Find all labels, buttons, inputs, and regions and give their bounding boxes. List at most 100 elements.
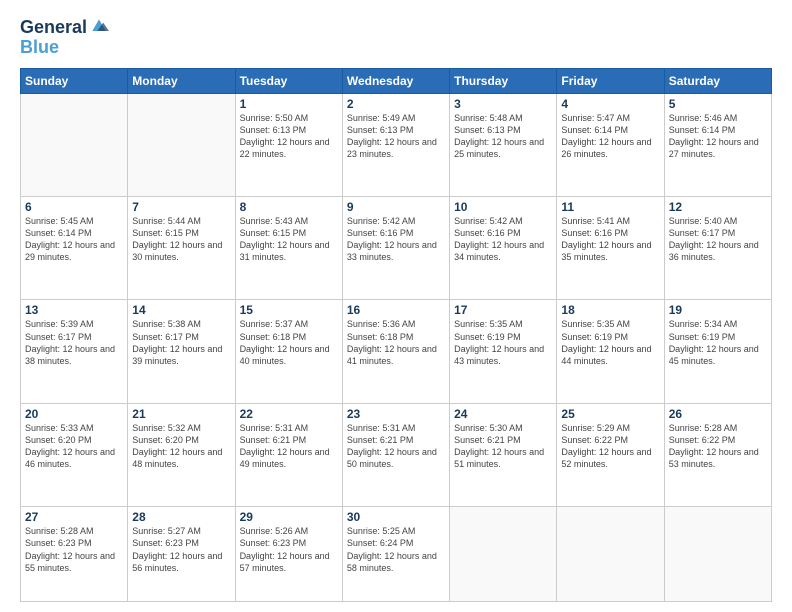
day-number: 4 [561,97,659,111]
calendar-cell: 21 Sunrise: 5:32 AM Sunset: 6:20 PM Dayli… [128,403,235,506]
day-number: 20 [25,407,123,421]
day-number: 13 [25,303,123,317]
calendar-cell: 18Sunrise: 5:35 AM Sunset: 6:19 PM Dayli… [557,300,664,403]
day-number: 29 [240,510,338,524]
day-number: 5 [669,97,767,111]
day-number: 19 [669,303,767,317]
day-number: 11 [561,200,659,214]
calendar-cell [450,507,557,602]
day-number: 2 [347,97,445,111]
day-number: 18 [561,303,659,317]
day-info: Sunrise: 5:39 AM Sunset: 6:17 PM Dayligh… [25,319,115,365]
day-number: 28 [132,510,230,524]
day-number: 30 [347,510,445,524]
calendar-cell: 22 Sunrise: 5:31 AM Sunset: 6:21 PM Dayli… [235,403,342,506]
calendar-cell: 2 Sunrise: 5:49 AM Sunset: 6:13 PM Daylig… [342,93,449,196]
calendar-cell: 17 Sunrise: 5:35 AM Sunset: 6:19 PM Dayli… [450,300,557,403]
day-info: Sunrise: 5:43 AM Sunset: 6:15 PM Dayligh… [240,216,330,262]
day-info: Sunrise: 5:40 AM Sunset: 6:17 PM Dayligh… [669,216,759,262]
day-number: 8 [240,200,338,214]
day-info: Sunrise: 5:42 AM Sunset: 6:16 PM Dayligh… [454,216,544,262]
logo-icon [89,16,109,36]
calendar-cell: 10 Sunrise: 5:42 AM Sunset: 6:16 PM Dayli… [450,197,557,300]
calendar-cell: 13 Sunrise: 5:39 AM Sunset: 6:17 PM Dayli… [21,300,128,403]
logo-text-general: General [20,18,87,38]
day-number: 16 [347,303,445,317]
calendar-cell: 3 Sunrise: 5:48 AM Sunset: 6:13 PM Daylig… [450,93,557,196]
day-info: Sunrise: 5:32 AM Sunset: 6:20 PM Dayligh… [132,423,222,469]
day-info: Sunrise: 5:37 AM Sunset: 6:18 PM Dayligh… [240,319,330,365]
calendar-cell: 1Sunrise: 5:50 AM Sunset: 6:13 PM Daylig… [235,93,342,196]
day-number: 23 [347,407,445,421]
day-number: 26 [669,407,767,421]
day-number: 10 [454,200,552,214]
calendar-cell: 25Sunrise: 5:29 AM Sunset: 6:22 PM Dayli… [557,403,664,506]
day-number: 7 [132,200,230,214]
logo: General Blue [20,18,109,58]
day-info: Sunrise: 5:46 AM Sunset: 6:14 PM Dayligh… [669,113,759,159]
day-info: Sunrise: 5:49 AM Sunset: 6:13 PM Dayligh… [347,113,437,159]
calendar-cell: 5 Sunrise: 5:46 AM Sunset: 6:14 PM Daylig… [664,93,771,196]
day-info: Sunrise: 5:42 AM Sunset: 6:16 PM Dayligh… [347,216,437,262]
calendar-cell: 19 Sunrise: 5:34 AM Sunset: 6:19 PM Dayli… [664,300,771,403]
day-info: Sunrise: 5:47 AM Sunset: 6:14 PM Dayligh… [561,113,651,159]
day-number: 12 [669,200,767,214]
day-number: 22 [240,407,338,421]
day-info: Sunrise: 5:41 AM Sunset: 6:16 PM Dayligh… [561,216,651,262]
calendar-cell: 24 Sunrise: 5:30 AM Sunset: 6:21 PM Dayli… [450,403,557,506]
day-number: 14 [132,303,230,317]
calendar-cell: 12 Sunrise: 5:40 AM Sunset: 6:17 PM Dayli… [664,197,771,300]
calendar-cell [21,93,128,196]
day-info: Sunrise: 5:36 AM Sunset: 6:18 PM Dayligh… [347,319,437,365]
calendar-cell: 28 Sunrise: 5:27 AM Sunset: 6:23 PM Dayli… [128,507,235,602]
day-info: Sunrise: 5:31 AM Sunset: 6:21 PM Dayligh… [240,423,330,469]
day-number: 3 [454,97,552,111]
calendar-cell: 15 Sunrise: 5:37 AM Sunset: 6:18 PM Dayli… [235,300,342,403]
calendar-cell: 9 Sunrise: 5:42 AM Sunset: 6:16 PM Daylig… [342,197,449,300]
day-info: Sunrise: 5:38 AM Sunset: 6:17 PM Dayligh… [132,319,222,365]
day-info: Sunrise: 5:25 AM Sunset: 6:24 PM Dayligh… [347,526,437,572]
day-info: Sunrise: 5:30 AM Sunset: 6:21 PM Dayligh… [454,423,544,469]
day-info: Sunrise: 5:34 AM Sunset: 6:19 PM Dayligh… [669,319,759,365]
weekday-header-monday: Monday [128,68,235,93]
calendar-week-2: 6 Sunrise: 5:45 AM Sunset: 6:14 PM Daylig… [21,197,772,300]
calendar-cell: 8 Sunrise: 5:43 AM Sunset: 6:15 PM Daylig… [235,197,342,300]
day-number: 17 [454,303,552,317]
calendar-cell: 26Sunrise: 5:28 AM Sunset: 6:22 PM Dayli… [664,403,771,506]
day-number: 21 [132,407,230,421]
day-info: Sunrise: 5:48 AM Sunset: 6:13 PM Dayligh… [454,113,544,159]
calendar-week-1: 1Sunrise: 5:50 AM Sunset: 6:13 PM Daylig… [21,93,772,196]
calendar-cell: 16 Sunrise: 5:36 AM Sunset: 6:18 PM Dayli… [342,300,449,403]
calendar-week-3: 13 Sunrise: 5:39 AM Sunset: 6:17 PM Dayli… [21,300,772,403]
calendar-cell: 14 Sunrise: 5:38 AM Sunset: 6:17 PM Dayli… [128,300,235,403]
day-number: 15 [240,303,338,317]
weekday-header-row: SundayMondayTuesdayWednesdayThursdayFrid… [21,68,772,93]
calendar-cell: 6 Sunrise: 5:45 AM Sunset: 6:14 PM Daylig… [21,197,128,300]
header: General Blue [20,18,772,58]
day-info: Sunrise: 5:29 AM Sunset: 6:22 PM Dayligh… [561,423,651,469]
day-info: Sunrise: 5:26 AM Sunset: 6:23 PM Dayligh… [240,526,330,572]
weekday-header-friday: Friday [557,68,664,93]
logo-text-blue: Blue [20,38,59,58]
day-info: Sunrise: 5:45 AM Sunset: 6:14 PM Dayligh… [25,216,115,262]
calendar-cell: 7 Sunrise: 5:44 AM Sunset: 6:15 PM Daylig… [128,197,235,300]
weekday-header-wednesday: Wednesday [342,68,449,93]
day-number: 1 [240,97,338,111]
day-number: 6 [25,200,123,214]
calendar-cell: 29 Sunrise: 5:26 AM Sunset: 6:23 PM Dayli… [235,507,342,602]
day-number: 27 [25,510,123,524]
calendar-cell: 30 Sunrise: 5:25 AM Sunset: 6:24 PM Dayli… [342,507,449,602]
calendar-week-5: 27 Sunrise: 5:28 AM Sunset: 6:23 PM Dayli… [21,507,772,602]
calendar-table: SundayMondayTuesdayWednesdayThursdayFrid… [20,68,772,602]
day-number: 24 [454,407,552,421]
day-info: Sunrise: 5:27 AM Sunset: 6:23 PM Dayligh… [132,526,222,572]
calendar-cell: 27 Sunrise: 5:28 AM Sunset: 6:23 PM Dayli… [21,507,128,602]
day-info: Sunrise: 5:35 AM Sunset: 6:19 PM Dayligh… [454,319,544,365]
calendar-cell: 20 Sunrise: 5:33 AM Sunset: 6:20 PM Dayli… [21,403,128,506]
day-number: 9 [347,200,445,214]
day-info: Sunrise: 5:44 AM Sunset: 6:15 PM Dayligh… [132,216,222,262]
day-info: Sunrise: 5:31 AM Sunset: 6:21 PM Dayligh… [347,423,437,469]
day-info: Sunrise: 5:28 AM Sunset: 6:23 PM Dayligh… [25,526,115,572]
day-info: Sunrise: 5:33 AM Sunset: 6:20 PM Dayligh… [25,423,115,469]
calendar-cell [128,93,235,196]
